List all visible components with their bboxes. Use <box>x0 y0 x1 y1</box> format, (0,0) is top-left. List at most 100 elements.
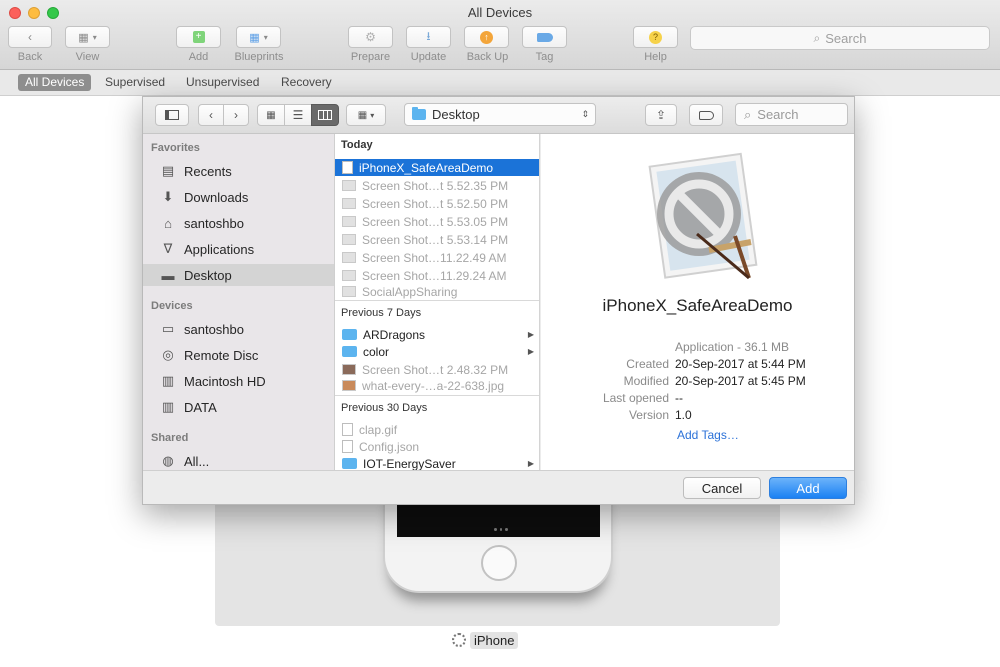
sidebar-item-remote-disc[interactable]: ◎ Remote Disc <box>143 344 334 366</box>
icon-view-button[interactable]: ▦ <box>257 104 285 126</box>
file-item[interactable]: what-every-…a-22-638.jpg <box>335 377 539 394</box>
file-item[interactable]: Screen Shot…t 2.48.32 PM <box>335 361 539 378</box>
image-file-icon <box>342 216 356 227</box>
folder-item[interactable]: ARDragons ▶ <box>335 326 539 343</box>
tags-button[interactable] <box>689 104 723 126</box>
segment-unsupervised[interactable]: Unsupervised <box>179 74 266 91</box>
prepare-label: Prepare <box>350 51 391 63</box>
location-popup[interactable]: Desktop ⇕ <box>404 103 596 126</box>
location-label: Desktop <box>432 107 480 122</box>
sidebar-item-label: santoshbo <box>184 215 244 231</box>
nav-forward-button[interactable]: › <box>223 104 249 126</box>
laptop-icon: ▭ <box>161 321 175 336</box>
meta-version-value: 1.0 <box>675 408 692 422</box>
dialog-sidebar: Favorites ▤ Recents ⬇ Downloads ⌂ santos… <box>143 134 335 470</box>
main-search-field[interactable]: ⌕ Search <box>690 26 990 50</box>
home-icon: ⌂ <box>164 215 172 231</box>
dialog-search-field[interactable]: ⌕ Search <box>735 103 848 126</box>
file-item[interactable]: Config.json <box>335 438 539 455</box>
open-file-dialog: ‹ › ▦ ☰ ▦ ▾ Desktop ⇕ ⇪ ⌕ Search Favorit… <box>142 96 855 505</box>
tag-outline-icon <box>698 110 714 120</box>
sidebar-item-shared-all[interactable]: ◍ All... <box>143 450 334 470</box>
meta-version-label: Version <box>628 408 669 422</box>
sidebar-item-home[interactable]: ⌂ santoshbo <box>143 212 334 234</box>
add-tags-link[interactable]: Add Tags… <box>677 428 739 442</box>
folder-item[interactable]: color ▶ <box>335 343 539 360</box>
sidebar-item-label: Remote Disc <box>184 347 259 363</box>
chevron-down-icon: ▾ <box>370 110 375 120</box>
meta-last-opened-row: Last opened -- <box>541 391 854 408</box>
sidebar-item-computer[interactable]: ▭ santoshbo <box>143 318 334 340</box>
sidebar-item-applications[interactable]: ∇ Applications <box>143 238 334 260</box>
devices-heading: Devices <box>151 300 193 312</box>
column-view-button[interactable] <box>311 104 339 126</box>
meta-created-label: Created <box>626 357 669 371</box>
device-label: iPhone <box>452 631 519 649</box>
folder-item[interactable]: IOT-EnergySaver ▶ <box>335 455 539 470</box>
chevron-left-icon: ‹ <box>28 30 32 44</box>
file-item[interactable]: Screen Shot…11.29.24 AM <box>335 267 539 284</box>
file-name: Screen Shot…t 5.52.35 PM <box>362 178 509 193</box>
prepare-button[interactable]: ⚙ <box>348 26 393 48</box>
sidebar-item-label: Applications <box>184 241 255 257</box>
meta-version-row: Version 1.0 <box>541 408 854 425</box>
device-name[interactable]: iPhone <box>470 631 519 649</box>
confirm-add-button[interactable]: Add <box>769 477 847 499</box>
file-item[interactable]: Screen Shot…t 5.52.50 PM <box>335 195 539 212</box>
image-file-icon <box>342 270 356 281</box>
file-item[interactable]: iPhoneX_SafeAreaDemo <box>335 159 539 176</box>
sidebar-item-downloads[interactable]: ⬇ Downloads <box>143 186 334 208</box>
hard-drive-icon: ▥ <box>161 399 175 414</box>
blueprint-grid-icon: ▦ <box>249 31 260 44</box>
sidebar-item-desktop[interactable]: ▬ Desktop <box>143 264 334 286</box>
preview-pane: iPhoneX_SafeAreaDemo Application - 36.1 … <box>541 134 854 470</box>
folder-icon <box>412 107 426 120</box>
meta-modified-label: Modified <box>623 374 669 388</box>
tag-button[interactable] <box>522 26 567 48</box>
blueprints-button[interactable]: ▦ ▾ <box>236 26 281 48</box>
sidebar-item-recents[interactable]: ▤ Recents <box>143 160 334 182</box>
meta-kind: Application - 36.1 MB <box>675 340 790 354</box>
list-view-button[interactable]: ☰ <box>284 104 312 126</box>
file-item[interactable]: Screen Shot…t 5.53.14 PM <box>335 231 539 248</box>
image-file-icon <box>342 252 356 263</box>
segment-all-devices[interactable]: All Devices <box>18 74 92 91</box>
file-item[interactable]: Screen Shot…t 5.52.35 PM <box>335 177 539 194</box>
nav-back-button[interactable]: ‹ <box>198 104 224 126</box>
sidebar-item-macintosh-hd[interactable]: ▥ Macintosh HD <box>143 370 334 392</box>
arrange-button[interactable]: ▦ ▾ <box>346 104 386 126</box>
disclosure-arrow-icon: ▶ <box>527 459 534 468</box>
help-button[interactable]: ? <box>633 26 678 48</box>
download-icon: ⭳ <box>426 28 431 43</box>
file-name: color <box>363 344 390 359</box>
view-label: View <box>75 51 100 63</box>
shared-heading: Shared <box>151 432 189 444</box>
segment-recovery[interactable]: Recovery <box>274 74 339 91</box>
back-button[interactable]: ‹ <box>8 26 52 48</box>
segment-supervised[interactable]: Supervised <box>98 74 172 91</box>
view-button[interactable]: ▦ ▾ <box>65 26 110 48</box>
gif-file-icon <box>342 423 353 436</box>
file-item[interactable]: clap.gif <box>335 421 539 438</box>
sidebar-item-data[interactable]: ▥ DATA <box>143 396 334 418</box>
file-item[interactable]: Screen Shot…t 5.53.05 PM <box>335 213 539 230</box>
grid-icon: ▦ <box>266 109 276 121</box>
folder-icon <box>342 458 357 469</box>
sidebar-toggle-button[interactable] <box>155 104 189 126</box>
share-button[interactable]: ⇪ <box>645 104 677 126</box>
file-item[interactable]: Screen Shot…11.22.49 AM <box>335 249 539 266</box>
file-item[interactable]: SocialAppSharing <box>335 283 539 300</box>
disclosure-arrow-icon: ▶ <box>527 330 534 339</box>
add-button[interactable]: + <box>176 26 221 48</box>
gear-icon: ⚙ <box>365 30 376 44</box>
meta-last-opened-value: -- <box>675 391 683 405</box>
backup-button[interactable]: ↑ <box>464 26 509 48</box>
update-button[interactable]: ⭳ <box>406 26 451 48</box>
home-button-graphic <box>481 545 517 581</box>
cancel-button[interactable]: Cancel <box>683 477 761 499</box>
chevron-down-icon: ▾ <box>92 32 97 42</box>
image-file-icon <box>342 380 356 391</box>
file-name: Screen Shot…t 5.53.14 PM <box>362 232 509 247</box>
chevron-left-icon: ‹ <box>209 108 213 122</box>
tag-label: Tag <box>535 51 554 63</box>
